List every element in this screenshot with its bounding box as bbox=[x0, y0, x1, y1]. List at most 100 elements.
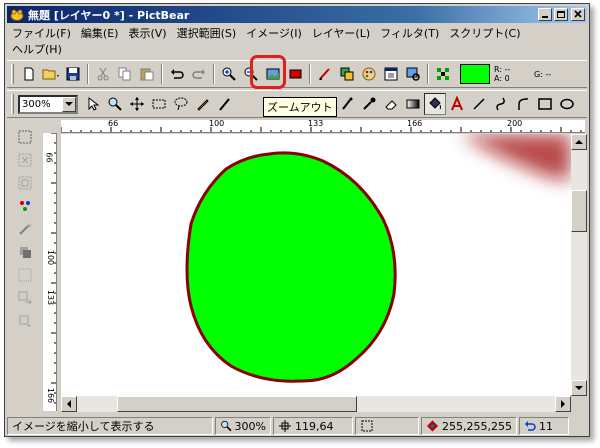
text-tool[interactable] bbox=[446, 93, 468, 115]
ruler-top-label: 166 bbox=[407, 120, 423, 128]
new-button[interactable] bbox=[18, 63, 40, 85]
horizontal-scroll-thumb[interactable] bbox=[117, 396, 357, 412]
menu-layer[interactable]: レイヤー(L) bbox=[307, 25, 375, 41]
eraser-tool[interactable] bbox=[380, 93, 402, 115]
move-tool[interactable] bbox=[126, 93, 148, 115]
scrollbar-corner bbox=[571, 396, 587, 412]
open-folder-icon bbox=[42, 69, 59, 80]
undo-button[interactable] bbox=[166, 63, 188, 85]
menu-image[interactable]: イメージ(I) bbox=[241, 25, 307, 41]
rect-select-tool[interactable] bbox=[148, 93, 170, 115]
menu-bar: ファイル(F) 編集(E) 表示(V) 選択範囲(S) イメージ(I) レイヤー… bbox=[7, 25, 587, 59]
curve-tool[interactable] bbox=[490, 93, 512, 115]
brush-icon bbox=[219, 98, 230, 111]
app-window: 無題 [レイヤー0 *] - PictBear ファイル(F) 編集(E) 表示… bbox=[4, 3, 590, 437]
frame-select-tool[interactable] bbox=[15, 264, 35, 286]
vertical-scrollbar[interactable] bbox=[571, 134, 587, 396]
lasso-tool[interactable] bbox=[170, 93, 192, 115]
zoom-dropdown-button[interactable] bbox=[62, 96, 76, 112]
line-tool[interactable] bbox=[468, 93, 490, 115]
airbrush-tool[interactable] bbox=[336, 93, 358, 115]
paste-button[interactable] bbox=[136, 63, 158, 85]
title-bar[interactable]: 無題 [レイヤー0 *] - PictBear bbox=[7, 6, 587, 23]
status-coords: 119,64 bbox=[295, 419, 334, 433]
toolbar-grip[interactable] bbox=[11, 94, 14, 114]
scroll-up-button[interactable] bbox=[571, 134, 587, 150]
fill-tool[interactable] bbox=[424, 93, 446, 115]
magic-wand-tool[interactable] bbox=[15, 218, 35, 240]
color-tool-button[interactable] bbox=[432, 63, 454, 85]
transform-tool[interactable] bbox=[15, 287, 35, 309]
ruler-top-label: 200 bbox=[507, 120, 523, 128]
zoom-in-button[interactable] bbox=[218, 63, 240, 85]
menu-script[interactable]: スクリプト(C) bbox=[444, 25, 525, 41]
ruler-horizontal: 66 100 133 166 200 bbox=[61, 120, 585, 133]
save-button[interactable] bbox=[62, 63, 84, 85]
status-undo: 11 bbox=[539, 419, 553, 433]
eyedropper-tool[interactable] bbox=[358, 93, 380, 115]
status-zoom: 300% bbox=[234, 419, 266, 433]
gradient-icon bbox=[406, 99, 420, 109]
copy-button[interactable] bbox=[114, 63, 136, 85]
rectangle-tool[interactable] bbox=[534, 93, 556, 115]
scroll-right-button[interactable] bbox=[555, 396, 571, 412]
bezier-tool[interactable] bbox=[512, 93, 534, 115]
preview-button[interactable] bbox=[402, 63, 424, 85]
zoom-select[interactable]: 300% bbox=[18, 94, 78, 114]
menu-filter[interactable]: フィルタ(T) bbox=[375, 25, 444, 41]
pointer-tool[interactable] bbox=[82, 93, 104, 115]
horizontal-scrollbar[interactable] bbox=[61, 396, 571, 412]
stack-tool[interactable] bbox=[15, 241, 35, 263]
invert-selection-tool[interactable] bbox=[15, 172, 35, 194]
brush-settings-button[interactable] bbox=[314, 63, 336, 85]
grid-dots-icon bbox=[437, 68, 449, 80]
arrow-pointer-icon bbox=[88, 96, 100, 111]
menu-view[interactable]: 表示(V) bbox=[123, 25, 171, 41]
toolbar-grip[interactable] bbox=[11, 64, 14, 84]
close-button[interactable] bbox=[571, 8, 585, 21]
window-controls bbox=[536, 8, 585, 21]
bezier-icon bbox=[518, 98, 528, 110]
ellipse-tool[interactable] bbox=[556, 93, 578, 115]
toolbar-separator bbox=[161, 64, 163, 84]
select-all-tool[interactable] bbox=[15, 126, 35, 148]
gradient-tool[interactable] bbox=[402, 93, 424, 115]
brush-tool[interactable] bbox=[214, 93, 236, 115]
open-button[interactable] bbox=[40, 63, 62, 85]
minimize-button[interactable] bbox=[538, 8, 552, 21]
rotate-tool[interactable] bbox=[15, 310, 35, 332]
ruler-top-label: 100 bbox=[209, 120, 225, 128]
maximize-button[interactable] bbox=[554, 8, 568, 21]
layers-button[interactable] bbox=[336, 63, 358, 85]
current-color-swatch[interactable] bbox=[460, 64, 490, 84]
invert-selection-icon bbox=[18, 176, 32, 190]
status-message: イメージを縮小して表示する bbox=[12, 420, 155, 433]
palette-button[interactable] bbox=[358, 63, 380, 85]
ruler-top-label: 133 bbox=[308, 120, 324, 128]
zoom-magnifier-icon bbox=[221, 420, 232, 432]
eraser-icon bbox=[385, 100, 397, 110]
image-canvas[interactable] bbox=[61, 134, 571, 396]
scroll-down-button[interactable] bbox=[571, 380, 587, 396]
menu-selection[interactable]: 選択範囲(S) bbox=[172, 25, 242, 41]
pencil-tool[interactable] bbox=[192, 93, 214, 115]
window-title: 無題 [レイヤー0 *] - PictBear bbox=[28, 8, 190, 22]
redo-button[interactable] bbox=[188, 63, 210, 85]
fill-color-button[interactable] bbox=[284, 63, 306, 85]
menu-help[interactable]: ヘルプ(H) bbox=[7, 41, 67, 57]
scroll-left-button[interactable] bbox=[61, 396, 77, 412]
toolbar-separator bbox=[87, 64, 89, 84]
menu-file[interactable]: ファイル(F) bbox=[7, 25, 76, 41]
navigator-button[interactable] bbox=[380, 63, 402, 85]
color-select-tool[interactable] bbox=[15, 195, 35, 217]
frame-icon bbox=[18, 268, 32, 282]
cut-button[interactable] bbox=[92, 63, 114, 85]
menu-edit[interactable]: 編集(E) bbox=[76, 25, 124, 41]
deselect-tool[interactable] bbox=[15, 149, 35, 171]
zoom-tool[interactable] bbox=[104, 93, 126, 115]
ruler-vertical: 66 100 133 166 bbox=[43, 133, 57, 411]
vertical-scroll-thumb[interactable] bbox=[571, 190, 587, 232]
ellipse-icon bbox=[560, 98, 574, 110]
crosshair-icon bbox=[279, 420, 291, 432]
new-file-icon bbox=[24, 67, 34, 81]
